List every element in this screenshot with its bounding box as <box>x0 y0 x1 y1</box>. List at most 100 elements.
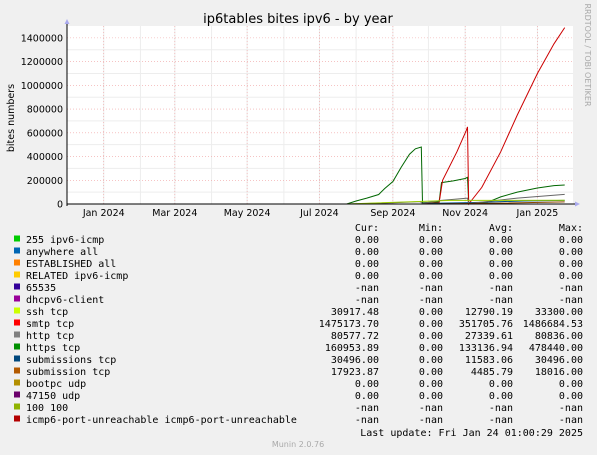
legend-swatch <box>14 295 20 302</box>
legend-value-min: 0.00 <box>419 319 443 330</box>
legend-value-min: -nan <box>419 283 443 294</box>
x-axis-ticks: Jan 2024 Mar 2024 May 2024 Jul 2024 Sep 2024… <box>82 208 559 219</box>
legend-value-avg: -nan <box>489 283 513 294</box>
legend-label: 255 ipv6-icmp <box>26 235 104 246</box>
legend-value-cur: 17923.87 <box>331 367 379 378</box>
legend-value-avg: 0.00 <box>489 235 513 246</box>
y-tick-label: 1200000 <box>21 57 63 68</box>
y-tick-label: 600000 <box>27 128 63 139</box>
legend-label: RELATED ipv6-icmp <box>26 271 128 282</box>
legend-swatch <box>14 403 20 410</box>
legend-swatch <box>14 271 20 278</box>
legend-value-min: 0.00 <box>419 307 443 318</box>
legend-header-cur: Cur: <box>355 223 379 234</box>
legend-value-max: -nan <box>559 295 583 306</box>
legend-swatch <box>14 355 20 362</box>
legend-label: smtp tcp <box>26 319 74 330</box>
legend-label: icmp6-port-unreachable icmp6-port-unreac… <box>26 415 297 426</box>
legend-value-avg: -nan <box>489 403 513 414</box>
legend-header-min: Min: <box>419 223 443 234</box>
legend-value-max: 0.00 <box>559 391 583 402</box>
legend-value-cur: 0.00 <box>355 271 379 282</box>
legend-value-max: 33300.00 <box>535 307 583 318</box>
legend-value-min: 0.00 <box>419 259 443 270</box>
legend-value-max: 30496.00 <box>535 355 583 366</box>
legend-value-max: 18016.00 <box>535 367 583 378</box>
legend-value-cur: 0.00 <box>355 379 379 390</box>
legend-value-max: 478440.00 <box>529 343 583 354</box>
legend-value-avg: -nan <box>489 295 513 306</box>
legend-swatch <box>14 379 20 386</box>
y-tick-label: 1400000 <box>21 33 63 44</box>
legend-value-min: -nan <box>419 403 443 414</box>
legend-label: 65535 <box>26 283 56 294</box>
legend-value-cur: 160953.89 <box>325 343 379 354</box>
legend-value-max: 0.00 <box>559 271 583 282</box>
legend-value-max: 0.00 <box>559 247 583 258</box>
legend-value-cur: 0.00 <box>355 259 379 270</box>
legend-header-max: Max: <box>559 223 583 234</box>
x-tick-label: Mar 2024 <box>152 208 197 219</box>
y-tick-label: 0 <box>57 200 63 211</box>
legend-label: 47150 udp <box>26 391 80 402</box>
x-tick-label: Nov 2024 <box>442 208 488 219</box>
legend-value-min: 0.00 <box>419 235 443 246</box>
legend-value-min: 0.00 <box>419 343 443 354</box>
legend-value-cur: -nan <box>355 283 379 294</box>
legend-value-cur: 0.00 <box>355 235 379 246</box>
legend-value-cur: 0.00 <box>355 247 379 258</box>
legend-label: bootpc udp <box>26 379 86 390</box>
legend-label: submissions tcp <box>26 355 116 366</box>
legend-value-avg: 27339.61 <box>465 331 513 342</box>
legend-value-max: -nan <box>559 283 583 294</box>
legend-value-min: 0.00 <box>419 391 443 402</box>
legend-value-min: 0.00 <box>419 355 443 366</box>
x-tick-label: Jul 2024 <box>299 208 339 219</box>
legend-value-min: -nan <box>419 415 443 426</box>
legend-value-min: -nan <box>419 295 443 306</box>
y-axis-label: bites numbers <box>6 84 17 152</box>
legend-value-max: 1486684.53 <box>523 319 583 330</box>
legend-value-avg: 0.00 <box>489 247 513 258</box>
legend-value-avg: 0.00 <box>489 271 513 282</box>
legend-label: 100 100 <box>26 403 68 414</box>
legend-value-avg: 11583.06 <box>465 355 513 366</box>
legend-value-min: 0.00 <box>419 367 443 378</box>
legend-value-max: 0.00 <box>559 379 583 390</box>
legend-value-max: 0.00 <box>559 259 583 270</box>
legend-header-avg: Avg: <box>489 223 513 234</box>
legend-label: submission tcp <box>26 367 110 378</box>
legend-label: https tcp <box>26 343 80 354</box>
plot-area <box>67 26 573 204</box>
legend-swatch <box>14 343 20 350</box>
legend-value-avg: -nan <box>489 415 513 426</box>
legend-swatch <box>14 259 20 266</box>
rrdtool-credit: RRDTOOL / TOBI OETIKER <box>583 3 592 106</box>
legend-value-min: 0.00 <box>419 271 443 282</box>
legend-value-min: 0.00 <box>419 331 443 342</box>
legend-value-cur: 1475173.70 <box>319 319 379 330</box>
legend-value-cur: 30917.48 <box>331 307 379 318</box>
legend-value-min: 0.00 <box>419 379 443 390</box>
legend-swatch <box>14 319 20 326</box>
legend-value-cur: -nan <box>355 295 379 306</box>
legend-value-avg: 351705.76 <box>459 319 513 330</box>
y-tick-label: 800000 <box>27 105 63 116</box>
legend-swatch <box>14 331 20 338</box>
x-tick-label: Jan 2024 <box>82 208 125 219</box>
legend-swatch <box>14 367 20 374</box>
last-update: Last update: Fri Jan 24 01:00:29 2025 <box>360 428 583 439</box>
legend-value-max: 0.00 <box>559 235 583 246</box>
y-tick-label: 200000 <box>27 176 63 187</box>
legend-value-avg: 133136.94 <box>459 343 513 354</box>
legend-label: dhcpv6-client <box>26 295 104 306</box>
legend-value-avg: 0.00 <box>489 379 513 390</box>
legend-value-max: -nan <box>559 403 583 414</box>
legend-value-cur: 30496.00 <box>331 355 379 366</box>
legend-value-avg: 4485.79 <box>471 367 513 378</box>
y-tick-label: 400000 <box>27 152 63 163</box>
legend-value-avg: 0.00 <box>489 391 513 402</box>
x-tick-label: May 2024 <box>224 208 271 219</box>
chart: ip6tables bites ipv6 - by year bites num… <box>0 0 597 455</box>
legend-value-avg: 12790.19 <box>465 307 513 318</box>
